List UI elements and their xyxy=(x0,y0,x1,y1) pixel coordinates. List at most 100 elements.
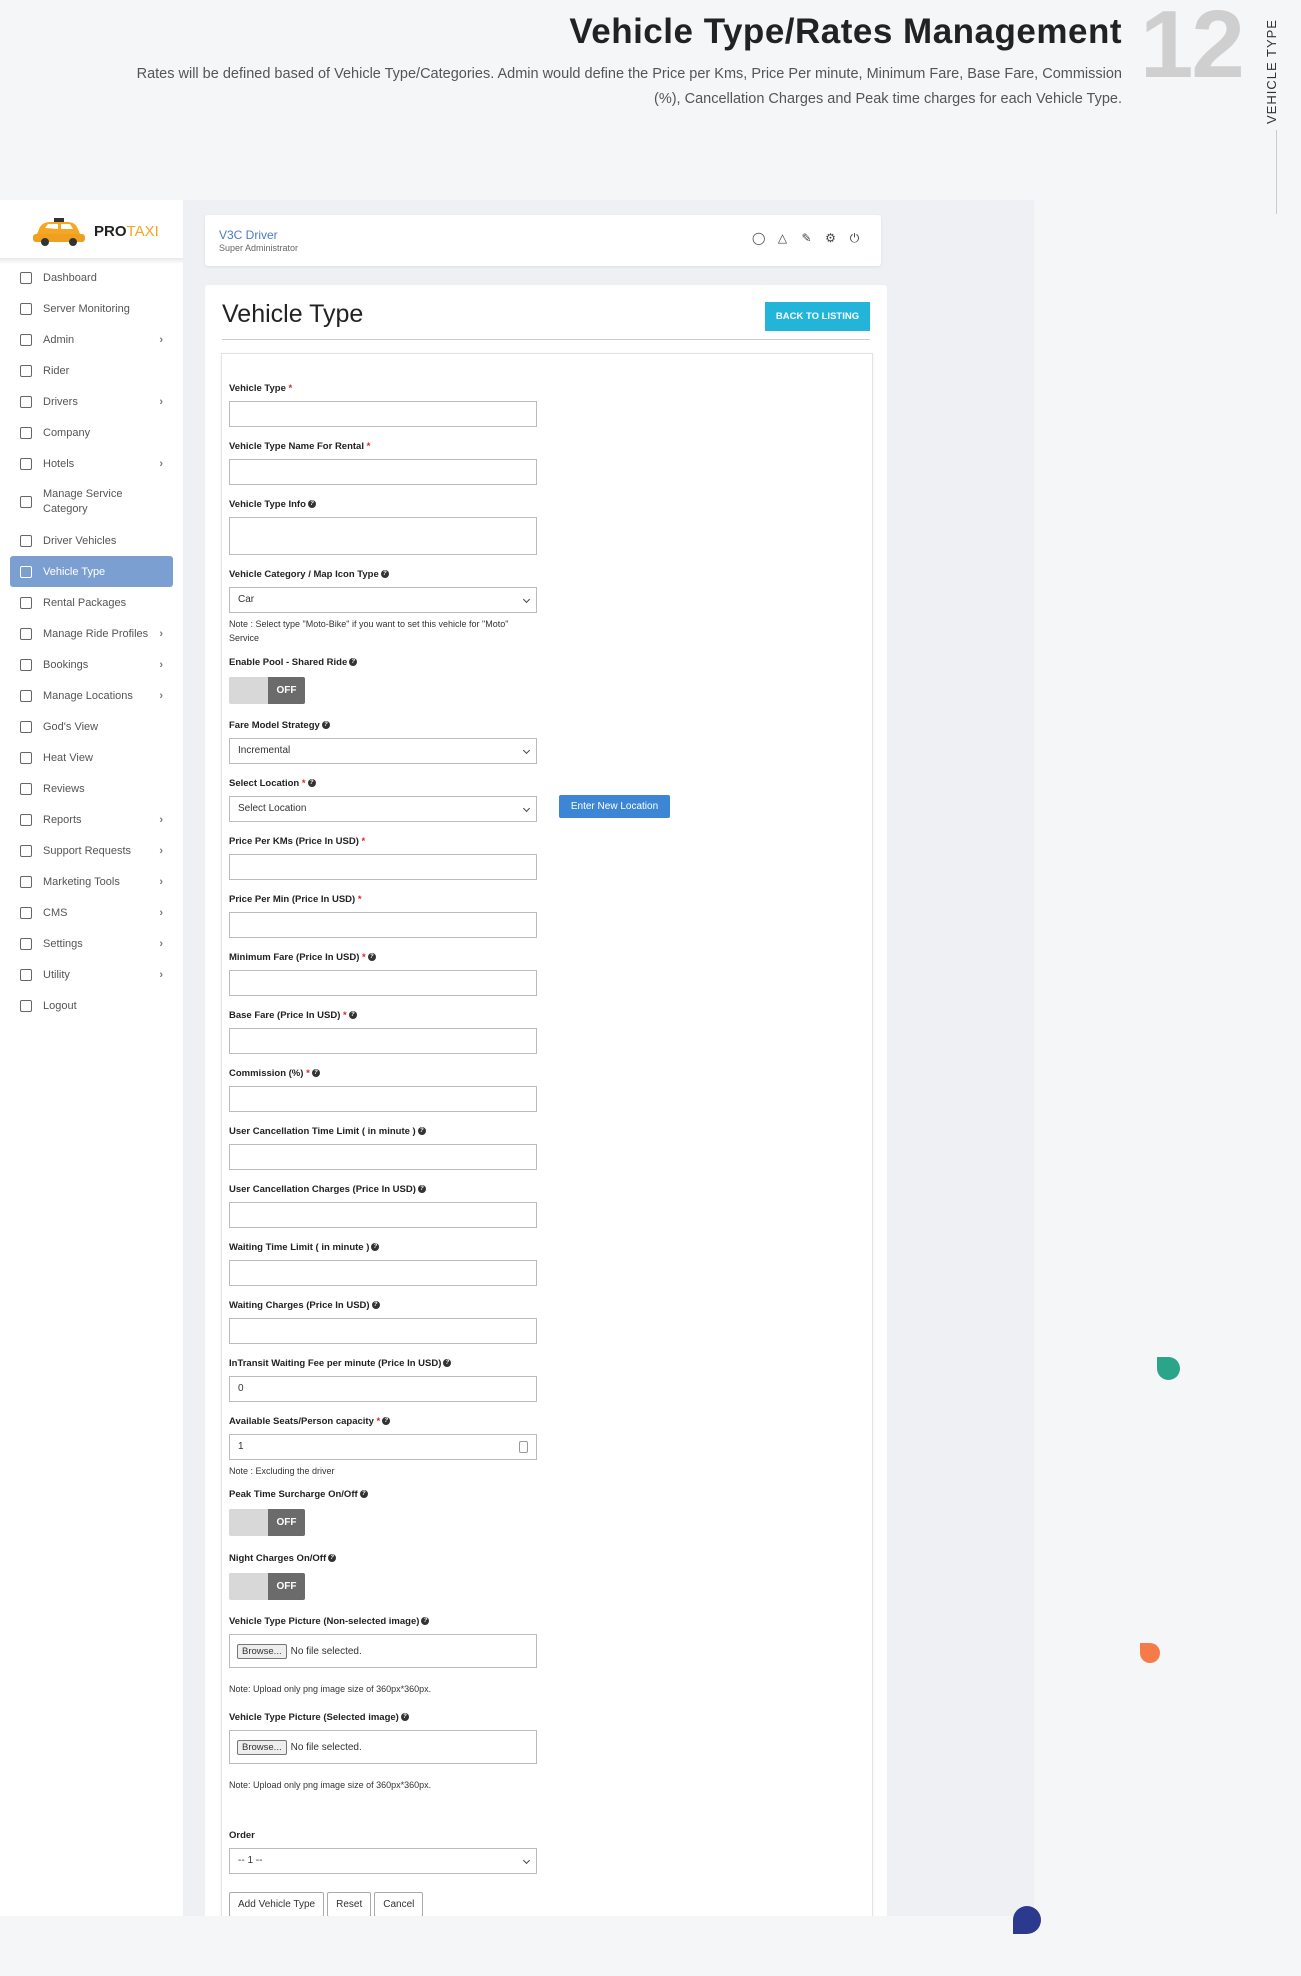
chevron-right-icon: › xyxy=(159,333,163,346)
enter-new-location-button[interactable]: Enter New Location xyxy=(559,795,670,818)
heat-map-icon xyxy=(20,751,32,764)
sidebar-item-support-requests[interactable]: Support Requests › xyxy=(10,835,173,866)
sidebar-item-marketing-tools[interactable]: Marketing Tools › xyxy=(10,866,173,897)
alert-icon[interactable]: △ xyxy=(776,232,789,245)
sidebar-item-hotels[interactable]: Hotels › xyxy=(10,448,173,479)
sidebar-item-reports[interactable]: Reports › xyxy=(10,804,173,835)
sidebar-item-settings[interactable]: Settings › xyxy=(10,928,173,959)
sidebar-item-vehicle-type[interactable]: Vehicle Type xyxy=(10,556,173,587)
vehicle-type-info-textarea[interactable] xyxy=(229,517,537,555)
sidebar-item-reviews[interactable]: Reviews xyxy=(10,773,173,804)
chevron-right-icon: › xyxy=(159,937,163,950)
browse-button[interactable]: Browse... xyxy=(237,1643,287,1659)
chevron-right-icon: › xyxy=(159,689,163,702)
sidebar-item-dashboard[interactable]: Dashboard xyxy=(10,262,173,293)
sidebar-item-bookings[interactable]: Bookings › xyxy=(10,649,173,680)
location-select[interactable]: Select Location xyxy=(229,796,537,822)
cancel-button[interactable]: Cancel xyxy=(374,1892,424,1916)
decorative-navy-dot xyxy=(1013,1906,1041,1934)
commission-input[interactable] xyxy=(229,1086,537,1112)
waiting-charges-input[interactable] xyxy=(229,1318,537,1344)
topbar-icons: ◯ △ ✎ ⚙ ⏻ xyxy=(752,232,861,245)
sidebar-item-company[interactable]: Company xyxy=(10,417,173,448)
reset-button[interactable]: Reset xyxy=(327,1892,372,1916)
sidebar-item-manage-service-category[interactable]: Manage Service Category xyxy=(10,479,173,525)
sidebar-item-driver-vehicles[interactable]: Driver Vehicles xyxy=(10,525,173,556)
browse-button[interactable]: Browse... xyxy=(237,1739,287,1755)
field-picture-selected: Vehicle Type Picture (Selected image)? B… xyxy=(229,1712,537,1792)
cancel-charges-input[interactable] xyxy=(229,1202,537,1228)
chevron-right-icon: › xyxy=(159,906,163,919)
back-to-listing-button[interactable]: BACK TO LISTING xyxy=(765,302,870,331)
field-label: Vehicle Type Picture (Selected image)? xyxy=(229,1712,537,1723)
sidebar-item-cms[interactable]: CMS › xyxy=(10,897,173,928)
cancel-time-input[interactable] xyxy=(229,1144,537,1170)
sidebar-item-manage-ride-profiles[interactable]: Manage Ride Profiles › xyxy=(10,618,173,649)
help-icon: ? xyxy=(371,1243,380,1252)
help-icon: ? xyxy=(371,1301,380,1310)
field-cancel-charges: User Cancellation Charges (Price In USD)… xyxy=(229,1184,537,1228)
review-icon xyxy=(20,782,32,795)
help-icon: ? xyxy=(328,1554,337,1563)
user-name[interactable]: V3C Driver xyxy=(219,228,278,242)
user-icon[interactable]: ◯ xyxy=(752,232,765,245)
section-side-label: VEHICLE TYPE xyxy=(1264,19,1279,124)
sidebar-item-admin[interactable]: Admin › xyxy=(10,324,173,355)
file-status: No file selected. xyxy=(290,1741,362,1753)
field-label: Minimum Fare (Price In USD) *? xyxy=(229,952,537,963)
sidebar-item-label: Hotels xyxy=(43,457,75,470)
sidebar-item-drivers[interactable]: Drivers › xyxy=(10,386,173,417)
field-label: Waiting Charges (Price In USD)? xyxy=(229,1300,537,1311)
base-fare-input[interactable] xyxy=(229,1028,537,1054)
picture-selected-file-input[interactable]: Browse... No file selected. xyxy=(229,1730,537,1764)
sidebar-item-manage-locations[interactable]: Manage Locations › xyxy=(10,680,173,711)
field-label: Peak Time Surcharge On/Off? xyxy=(229,1489,368,1500)
vehicle-icon xyxy=(20,534,32,547)
section-divider xyxy=(1276,130,1277,214)
field-label: Fare Model Strategy? xyxy=(229,720,537,731)
dashboard-icon xyxy=(20,271,32,284)
price-per-km-input[interactable] xyxy=(229,854,537,880)
decorative-orange-dot xyxy=(1140,1643,1160,1663)
add-vehicle-type-button[interactable]: Add Vehicle Type xyxy=(229,1892,325,1916)
sidebar-item-server-monitoring[interactable]: Server Monitoring xyxy=(10,293,173,324)
support-icon xyxy=(20,844,32,857)
sidebar-item-heat-view[interactable]: Heat View xyxy=(10,742,173,773)
chevron-right-icon: › xyxy=(159,658,163,671)
intransit-fee-input[interactable]: 0 xyxy=(229,1376,537,1402)
edit-icon[interactable]: ✎ xyxy=(800,232,813,245)
sidebar-item-logout[interactable]: Logout xyxy=(10,990,173,1021)
help-icon: ? xyxy=(417,1185,426,1194)
sidebar-item-utility[interactable]: Utility › xyxy=(10,959,173,990)
chevron-right-icon: › xyxy=(159,968,163,981)
sidebar-item-gods-view[interactable]: God's View xyxy=(10,711,173,742)
package-icon xyxy=(20,596,32,609)
power-icon[interactable]: ⏻ xyxy=(848,232,861,245)
order-select[interactable]: -- 1 -- xyxy=(229,1848,537,1874)
chevron-right-icon: › xyxy=(159,875,163,888)
sidebar-item-rider[interactable]: Rider xyxy=(10,355,173,386)
vehicle-type-rental-input[interactable] xyxy=(229,459,537,485)
picture-non-selected-file-input[interactable]: Browse... No file selected. xyxy=(229,1634,537,1668)
logo[interactable]: PROTAXI xyxy=(30,214,159,248)
vehicle-type-input[interactable] xyxy=(229,401,537,427)
vehicle-category-select[interactable]: Car xyxy=(229,587,537,613)
field-label: Waiting Time Limit ( in minute )? xyxy=(229,1242,537,1253)
peak-time-toggle[interactable]: OFF xyxy=(229,1509,305,1536)
price-per-min-input[interactable] xyxy=(229,912,537,938)
pool-toggle[interactable]: OFF xyxy=(229,677,305,704)
settings-icon[interactable]: ⚙ xyxy=(824,232,837,245)
field-label: Base Fare (Price In USD) *? xyxy=(229,1010,537,1021)
field-order: Order -- 1 -- xyxy=(229,1830,537,1874)
minimum-fare-input[interactable] xyxy=(229,970,537,996)
seats-stepper[interactable]: 1 xyxy=(229,1434,537,1460)
night-charges-toggle[interactable]: OFF xyxy=(229,1573,305,1600)
location-pin-icon xyxy=(20,689,32,702)
waiting-time-input[interactable] xyxy=(229,1260,537,1286)
monitor-icon xyxy=(20,302,32,315)
fare-model-select[interactable]: Incremental xyxy=(229,738,537,764)
help-icon: ? xyxy=(311,1069,320,1078)
map-search-icon xyxy=(20,720,32,733)
sidebar-item-rental-packages[interactable]: Rental Packages xyxy=(10,587,173,618)
header-description: Rates will be defined based of Vehicle T… xyxy=(136,66,1122,107)
